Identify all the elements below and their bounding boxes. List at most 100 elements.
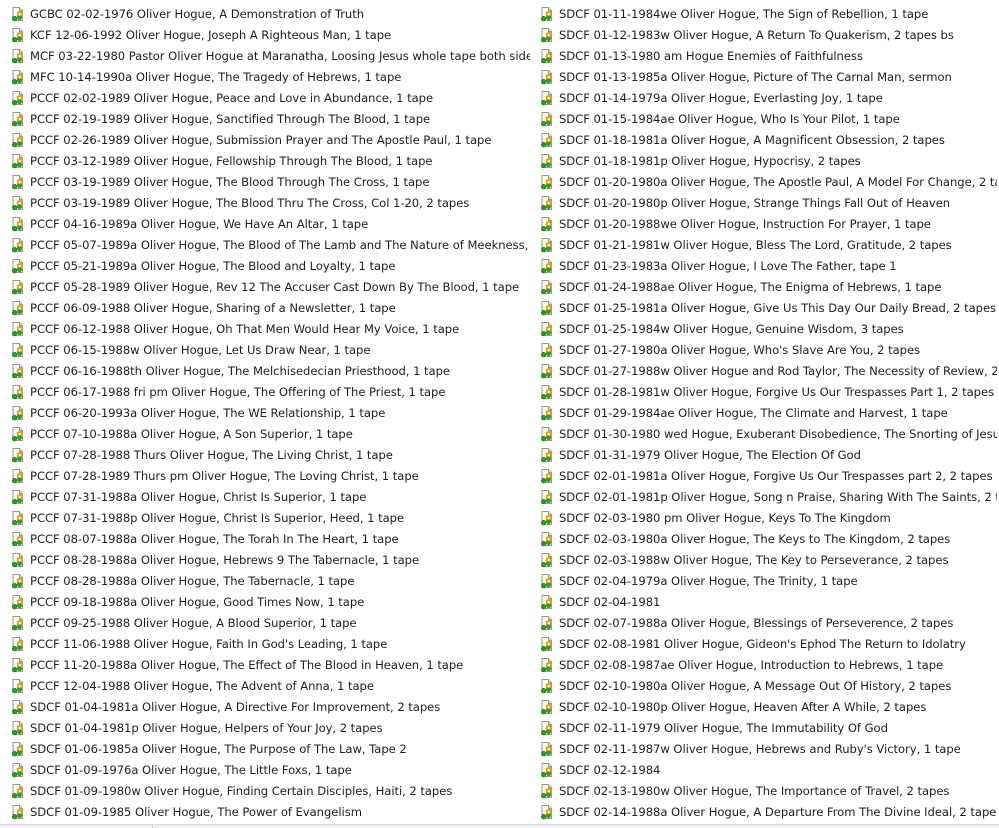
file-name: SDCF 02-04-1979a Oliver Hogue, The Trini… xyxy=(559,573,858,588)
file-item[interactable]: SDCF 01-11-1984we Oliver Hogue, The Sign… xyxy=(539,3,997,24)
file-item[interactable]: SDCF 01-04-1981a Oliver Hogue, A Directi… xyxy=(10,696,530,717)
file-item[interactable]: SDCF 01-21-1981w Oliver Hogue, Bless The… xyxy=(539,234,997,255)
audio-file-icon xyxy=(539,174,555,190)
file-item[interactable]: SDCF 02-07-1988a Oliver Hogue, Blessings… xyxy=(539,612,997,633)
file-name: SDCF 01-15-1984ae Oliver Hogue, Who Is Y… xyxy=(559,111,900,126)
file-item[interactable]: MFC 10-14-1990a Oliver Hogue, The Traged… xyxy=(10,66,530,87)
file-item[interactable]: SDCF 01-25-1984w Oliver Hogue, Genuine W… xyxy=(539,318,997,339)
file-item[interactable]: SDCF 01-27-1988w Oliver Hogue and Rod Ta… xyxy=(539,360,997,381)
file-item[interactable]: SDCF 01-20-1980a Oliver Hogue, The Apost… xyxy=(539,171,997,192)
file-item[interactable]: PCCF 02-26-1989 Oliver Hogue, Submission… xyxy=(10,129,530,150)
file-item[interactable]: SDCF 01-20-1988we Oliver Hogue, Instruct… xyxy=(539,213,997,234)
file-item[interactable]: SDCF 01-04-1981p Oliver Hogue, Helpers o… xyxy=(10,717,530,738)
audio-file-icon xyxy=(539,552,555,568)
file-item[interactable]: SDCF 01-18-1981p Oliver Hogue, Hypocrisy… xyxy=(539,150,997,171)
audio-file-icon xyxy=(10,321,26,337)
file-item[interactable]: SDCF 02-03-1980 pm Oliver Hogue, Keys To… xyxy=(539,507,997,528)
file-name: PCCF 02-19-1989 Oliver Hogue, Sanctified… xyxy=(30,111,431,126)
file-name: SDCF 01-12-1983w Oliver Hogue, A Return … xyxy=(559,27,954,42)
audio-file-icon xyxy=(10,531,26,547)
file-item[interactable]: SDCF 02-08-1987ae Oliver Hogue, Introduc… xyxy=(539,654,997,675)
file-item[interactable]: PCCF 05-07-1989a Oliver Hogue, The Blood… xyxy=(10,234,530,255)
file-name: PCCF 02-02-1989 Oliver Hogue, Peace and … xyxy=(30,90,434,105)
file-item[interactable]: SDCF 02-10-1980p Oliver Hogue, Heaven Af… xyxy=(539,696,997,717)
file-item[interactable]: PCCF 06-17-1988 fri pm Oliver Hogue, The… xyxy=(10,381,530,402)
file-item[interactable]: PCCF 02-19-1989 Oliver Hogue, Sanctified… xyxy=(10,108,530,129)
file-item[interactable]: MCF 03-22-1980 Pastor Oliver Hogue at Ma… xyxy=(10,45,530,66)
file-item[interactable]: PCCF 11-06-1988 Oliver Hogue, Faith In G… xyxy=(10,633,530,654)
file-item[interactable]: KCF 12-06-1992 Oliver Hogue, Joseph A Ri… xyxy=(10,24,530,45)
file-item[interactable]: PCCF 08-07-1988a Oliver Hogue, The Torah… xyxy=(10,528,530,549)
file-name: SDCF 02-13-1980w Oliver Hogue, The Impor… xyxy=(559,783,950,798)
file-item[interactable]: GCBC 02-02-1976 Oliver Hogue, A Demonstr… xyxy=(10,3,530,24)
file-item[interactable]: SDCF 02-12-1984 xyxy=(539,759,997,780)
file-name: PCCF 04-16-1989a Oliver Hogue, We Have A… xyxy=(30,216,369,231)
file-name: PCCF 08-28-1988a Oliver Hogue, The Taber… xyxy=(30,573,355,588)
audio-file-icon xyxy=(10,468,26,484)
file-item[interactable]: SDCF 01-15-1984ae Oliver Hogue, Who Is Y… xyxy=(539,108,997,129)
file-item[interactable]: PCCF 07-28-1988 Thurs Oliver Hogue, The … xyxy=(10,444,530,465)
file-item[interactable]: PCCF 07-31-1988a Oliver Hogue, Christ Is… xyxy=(10,486,530,507)
file-name: PCCF 07-28-1988 Thurs Oliver Hogue, The … xyxy=(30,447,393,462)
file-item[interactable]: SDCF 01-27-1980a Oliver Hogue, Who's Sla… xyxy=(539,339,997,360)
audio-file-icon xyxy=(10,195,26,211)
file-item[interactable]: SDCF 01-24-1988ae Oliver Hogue, The Enig… xyxy=(539,276,997,297)
file-name: SDCF 01-29-1984ae Oliver Hogue, The Clim… xyxy=(559,405,948,420)
file-item[interactable]: PCCF 09-25-1988 Oliver Hogue, A Blood Su… xyxy=(10,612,530,633)
file-item[interactable]: SDCF 01-09-1976a Oliver Hogue, The Littl… xyxy=(10,759,530,780)
file-item[interactable]: SDCF 02-11-1979 Oliver Hogue, The Immuta… xyxy=(539,717,997,738)
file-item[interactable]: SDCF 01-06-1985a Oliver Hogue, The Purpo… xyxy=(10,738,530,759)
file-item[interactable]: SDCF 01-09-1985 Oliver Hogue, The Power … xyxy=(10,801,530,822)
file-item[interactable]: PCCF 07-28-1989 Thurs pm Oliver Hogue, T… xyxy=(10,465,530,486)
audio-file-icon xyxy=(539,321,555,337)
file-item[interactable]: SDCF 01-12-1983w Oliver Hogue, A Return … xyxy=(539,24,997,45)
file-name: PCCF 08-28-1988a Oliver Hogue, Hebrews 9… xyxy=(30,552,420,567)
file-item[interactable]: SDCF 01-28-1981w Oliver Hogue, Forgive U… xyxy=(539,381,997,402)
file-item[interactable]: SDCF 02-03-1988w Oliver Hogue, The Key t… xyxy=(539,549,997,570)
file-item[interactable]: PCCF 06-20-1993a Oliver Hogue, The WE Re… xyxy=(10,402,530,423)
file-item[interactable]: SDCF 01-30-1980 wed Hogue, Exuberant Dis… xyxy=(539,423,997,444)
file-item[interactable]: PCCF 08-28-1988a Oliver Hogue, Hebrews 9… xyxy=(10,549,530,570)
file-item[interactable]: PCCF 04-16-1989a Oliver Hogue, We Have A… xyxy=(10,213,530,234)
file-item[interactable]: PCCF 06-16-1988th Oliver Hogue, The Melc… xyxy=(10,360,530,381)
file-item[interactable]: SDCF 01-09-1980w Oliver Hogue, Finding C… xyxy=(10,780,530,801)
file-item[interactable]: PCCF 06-15-1988w Oliver Hogue, Let Us Dr… xyxy=(10,339,530,360)
file-name: PCCF 06-12-1988 Oliver Hogue, Oh That Me… xyxy=(30,321,460,336)
file-item[interactable]: PCCF 05-21-1989a Oliver Hogue, The Blood… xyxy=(10,255,530,276)
file-item[interactable]: PCCF 07-31-1988p Oliver Hogue, Christ Is… xyxy=(10,507,530,528)
file-item[interactable]: SDCF 01-20-1980p Oliver Hogue, Strange T… xyxy=(539,192,997,213)
file-item[interactable]: PCCF 12-04-1988 Oliver Hogue, The Advent… xyxy=(10,675,530,696)
file-item[interactable]: SDCF 01-14-1979a Oliver Hogue, Everlasti… xyxy=(539,87,997,108)
file-item[interactable]: SDCF 01-25-1981a Oliver Hogue, Give Us T… xyxy=(539,297,997,318)
file-item[interactable]: SDCF 01-23-1983a Oliver Hogue, I Love Th… xyxy=(539,255,997,276)
file-item[interactable]: SDCF 01-13-1980 am Hogue Enemies of Fait… xyxy=(539,45,997,66)
file-item[interactable]: SDCF 02-13-1980w Oliver Hogue, The Impor… xyxy=(539,780,997,801)
file-item[interactable]: SDCF 02-11-1987w Oliver Hogue, Hebrews a… xyxy=(539,738,997,759)
file-item[interactable]: PCCF 02-02-1989 Oliver Hogue, Peace and … xyxy=(10,87,530,108)
file-item[interactable]: SDCF 01-13-1985a Oliver Hogue, Picture o… xyxy=(539,66,997,87)
file-item[interactable]: SDCF 02-01-1981a Oliver Hogue, Forgive U… xyxy=(539,465,997,486)
file-item[interactable]: SDCF 01-29-1984ae Oliver Hogue, The Clim… xyxy=(539,402,997,423)
file-item[interactable]: SDCF 02-04-1979a Oliver Hogue, The Trini… xyxy=(539,570,997,591)
audio-file-icon xyxy=(539,804,555,820)
audio-file-icon xyxy=(10,426,26,442)
file-item[interactable]: PCCF 09-18-1988a Oliver Hogue, Good Time… xyxy=(10,591,530,612)
file-item[interactable]: SDCF 01-31-1979 Oliver Hogue, The Electi… xyxy=(539,444,997,465)
file-item[interactable]: SDCF 01-18-1981a Oliver Hogue, A Magnifi… xyxy=(539,129,997,150)
file-item[interactable]: SDCF 02-04-1981 xyxy=(539,591,997,612)
file-item[interactable]: SDCF 02-10-1980a Oliver Hogue, A Message… xyxy=(539,675,997,696)
file-item[interactable]: SDCF 02-08-1981 Oliver Hogue, Gideon's E… xyxy=(539,633,997,654)
file-item[interactable]: PCCF 06-12-1988 Oliver Hogue, Oh That Me… xyxy=(10,318,530,339)
file-item[interactable]: PCCF 03-19-1989 Oliver Hogue, The Blood … xyxy=(10,171,530,192)
file-item[interactable]: SDCF 02-14-1988a Oliver Hogue, A Departu… xyxy=(539,801,997,822)
file-item[interactable]: PCCF 06-09-1988 Oliver Hogue, Sharing of… xyxy=(10,297,530,318)
file-item[interactable]: PCCF 03-19-1989 Oliver Hogue, The Blood … xyxy=(10,192,530,213)
file-item[interactable]: PCCF 03-12-1989 Oliver Hogue, Fellowship… xyxy=(10,150,530,171)
file-item[interactable]: SDCF 02-03-1980a Oliver Hogue, The Keys … xyxy=(539,528,997,549)
file-item[interactable]: PCCF 11-20-1988a Oliver Hogue, The Effec… xyxy=(10,654,530,675)
file-item[interactable]: PCCF 05-28-1989 Oliver Hogue, Rev 12 The… xyxy=(10,276,530,297)
file-item[interactable]: PCCF 07-10-1988a Oliver Hogue, A Son Sup… xyxy=(10,423,530,444)
file-item[interactable]: PCCF 08-28-1988a Oliver Hogue, The Taber… xyxy=(10,570,530,591)
file-name: SDCF 01-14-1979a Oliver Hogue, Everlasti… xyxy=(559,90,883,105)
file-item[interactable]: SDCF 02-01-1981p Oliver Hogue, Song n Pr… xyxy=(539,486,997,507)
